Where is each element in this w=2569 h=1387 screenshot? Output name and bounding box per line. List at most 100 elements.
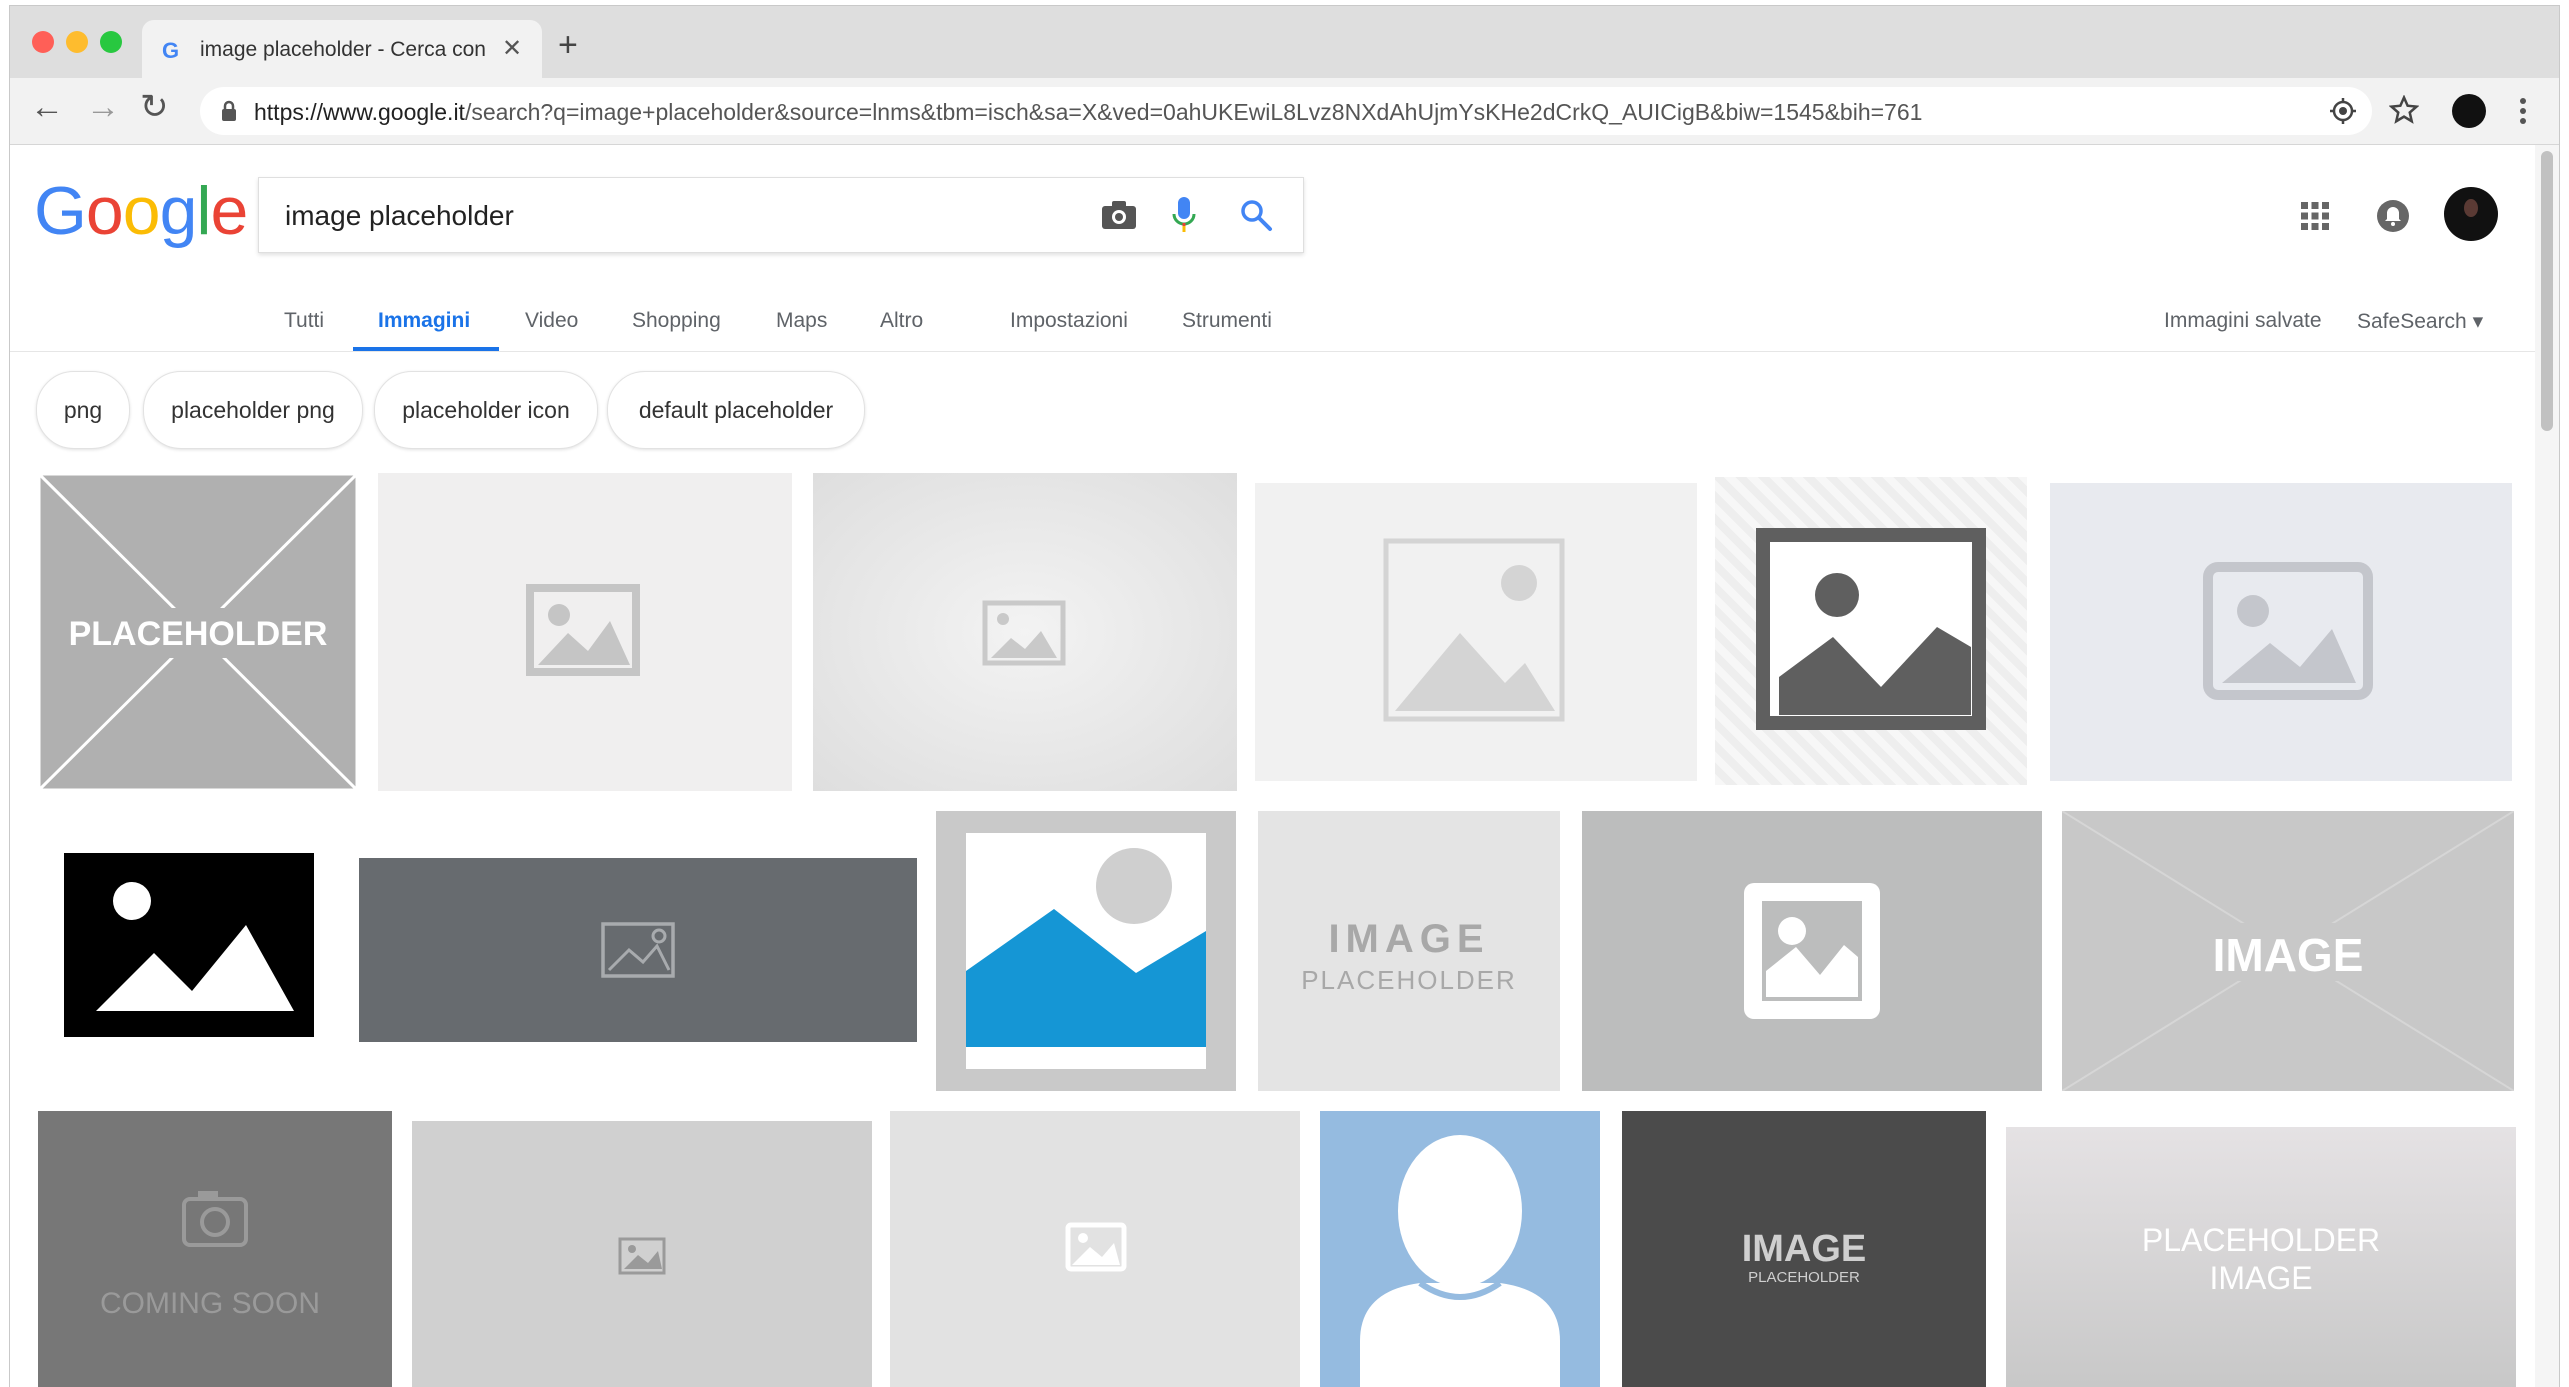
tile-text: PLACEHOLDER [1748, 1269, 1860, 1286]
result-image[interactable]: IMAGE PLACEHOLDER [1622, 1111, 1986, 1387]
result-image[interactable]: IMAGE [2062, 811, 2514, 1091]
image-icon [1744, 883, 1880, 1019]
logo-letter: g [159, 173, 198, 249]
result-image[interactable]: COMING SOON [38, 1111, 392, 1387]
search-input[interactable]: image placeholder [285, 200, 514, 232]
microphone-icon[interactable] [1171, 196, 1197, 234]
result-image[interactable] [1320, 1111, 1600, 1387]
results-page: Google image placeholder Tutti Immagini … [10, 145, 2535, 1387]
tile-text: IMAGE [2213, 929, 2364, 981]
url-text: https://www.google.it/search?q=image+pla… [254, 99, 1922, 126]
tile-text: PLACEHOLDER [1301, 965, 1517, 995]
result-image[interactable]: PLACEHOLDER IMAGE [2006, 1127, 2516, 1387]
title-bar: G image placeholder - Cerca con Google ✕… [10, 6, 2559, 78]
bookmark-star-icon[interactable] [2389, 95, 2419, 125]
result-image[interactable] [1715, 477, 2027, 785]
browser-toolbar: ← → ↻ https://www.google.it/search?q=ima… [10, 78, 2559, 145]
landscape-icon [1756, 528, 1986, 730]
logo-letter: e [210, 173, 249, 249]
chip-png[interactable]: png [36, 371, 130, 449]
result-image[interactable]: PLACEHOLDER [38, 473, 358, 791]
forward-arrow-icon[interactable]: → [86, 90, 120, 124]
active-tab-indicator [353, 347, 499, 351]
text-placeholder-graphic: PLACEHOLDER IMAGE [2142, 1222, 2380, 1296]
maximize-window-button[interactable] [100, 31, 122, 53]
image-icon [618, 1237, 666, 1275]
tab-shopping[interactable]: Shopping [632, 309, 721, 333]
result-image[interactable] [378, 473, 792, 791]
tab-strumenti[interactable]: Strumenti [1182, 309, 1272, 333]
logo-letter: G [34, 173, 87, 249]
search-box[interactable]: image placeholder [258, 177, 1304, 253]
search-icon[interactable] [1239, 198, 1273, 232]
result-image[interactable] [1582, 811, 2042, 1091]
tab-altro[interactable]: Altro [880, 309, 923, 333]
new-tab-button[interactable]: + [558, 28, 578, 62]
avatar-face [2464, 199, 2478, 217]
text-placeholder-graphic: IMAGE PLACEHOLDER [1742, 1228, 1867, 1286]
image-icon [1065, 1222, 1127, 1272]
landscape-icon [1383, 538, 1565, 722]
tab-video[interactable]: Video [525, 309, 578, 333]
tab-title: image placeholder - Cerca con Google [200, 38, 490, 61]
logo-letter: l [196, 173, 211, 249]
google-logo[interactable]: Google [34, 177, 248, 245]
image-icon [526, 584, 640, 676]
tile-text: IMAGE [1742, 1228, 1867, 1270]
minimize-window-button[interactable] [66, 31, 88, 53]
result-image[interactable]: IMAGE PLACEHOLDER [1258, 811, 1560, 1091]
chip-default-placeholder[interactable]: default placeholder [607, 371, 865, 449]
text-placeholder-graphic: IMAGE PLACEHOLDER [1301, 917, 1517, 995]
safesearch-dropdown[interactable]: SafeSearch ▾ [2357, 309, 2483, 334]
coming-soon-graphic: COMING SOON [100, 1191, 320, 1320]
location-target-icon[interactable] [2328, 96, 2358, 126]
user-avatar-icon [1360, 1135, 1560, 1387]
landscape-icon [966, 833, 1206, 1069]
placeholder-x-graphic: PLACEHOLDER [38, 473, 358, 791]
browser-tab[interactable]: G image placeholder - Cerca con Google ✕ [142, 20, 542, 78]
image-icon [601, 922, 675, 978]
tab-impostazioni[interactable]: Impostazioni [1010, 309, 1128, 333]
chip-placeholder-icon[interactable]: placeholder icon [374, 371, 598, 449]
kebab-menu-icon[interactable] [2518, 96, 2528, 126]
tile-text: IMAGE [1328, 917, 1489, 961]
back-arrow-icon[interactable]: ← [30, 90, 64, 124]
search-tabs: Tutti Immagini Video Shopping Maps Altro… [10, 287, 2535, 352]
scrollbar-thumb[interactable] [2541, 151, 2553, 431]
logo-letter: o [85, 173, 124, 249]
tile-text: IMAGE [2209, 1260, 2312, 1296]
tab-tutti[interactable]: Tutti [284, 309, 324, 333]
account-avatar[interactable] [2444, 187, 2498, 241]
url-path: /search?q=image+placeholder&source=lnms&… [464, 99, 1923, 125]
chip-placeholder-png[interactable]: placeholder png [143, 371, 363, 449]
profile-avatar[interactable] [2452, 94, 2486, 128]
saved-images-link[interactable]: Immagini salvate [2164, 309, 2322, 333]
apps-grid-icon[interactable] [2300, 201, 2330, 231]
logo-letter: o [122, 173, 161, 249]
tile-text: PLACEHOLDER [2142, 1222, 2380, 1258]
reload-icon[interactable]: ↻ [140, 90, 169, 124]
result-image[interactable] [359, 858, 917, 1042]
address-bar[interactable]: https://www.google.it/search?q=image+pla… [200, 87, 2372, 135]
google-favicon-icon: G [162, 38, 180, 63]
result-image[interactable] [936, 811, 1236, 1091]
result-image[interactable] [412, 1121, 872, 1387]
image-icon [982, 600, 1066, 666]
image-x-graphic: IMAGE [2062, 811, 2514, 1091]
url-host: https://www.google.it [254, 99, 465, 125]
result-image[interactable] [813, 473, 1237, 791]
tile-text: COMING SOON [100, 1287, 320, 1320]
tab-immagini[interactable]: Immagini [378, 309, 470, 333]
result-image[interactable] [890, 1111, 1300, 1387]
tab-maps[interactable]: Maps [776, 309, 827, 333]
tab-close-icon[interactable]: ✕ [502, 34, 522, 63]
close-window-button[interactable] [32, 31, 54, 53]
result-image[interactable] [2050, 483, 2512, 781]
lock-icon [222, 100, 236, 121]
notifications-bell-icon[interactable] [2376, 199, 2410, 233]
page-scrollbar[interactable] [2535, 145, 2559, 1387]
result-image[interactable] [1255, 483, 1697, 781]
result-image[interactable] [38, 811, 338, 1091]
camera-icon[interactable] [1101, 200, 1137, 230]
browser-window: G image placeholder - Cerca con Google ✕… [10, 6, 2559, 1387]
